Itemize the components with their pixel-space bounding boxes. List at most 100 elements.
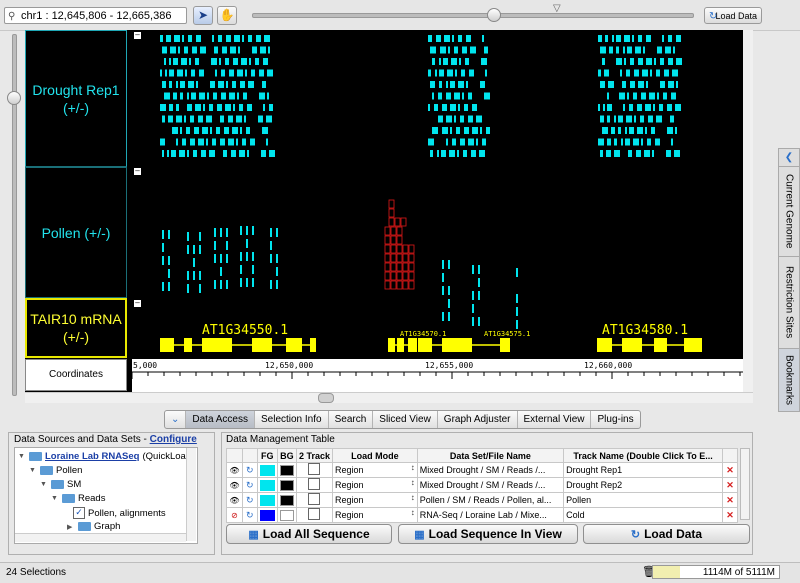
read-alignment[interactable]: [220, 228, 222, 237]
mismatch-read[interactable]: [396, 262, 403, 272]
read-alignment[interactable]: [195, 58, 199, 65]
read-alignment[interactable]: [633, 92, 637, 100]
read-alignment[interactable]: [641, 92, 646, 100]
load-data-button[interactable]: ↻ Load Data: [583, 524, 750, 544]
read-alignment[interactable]: [268, 46, 270, 54]
read-alignment[interactable]: [628, 150, 632, 157]
read-alignment[interactable]: [458, 81, 464, 88]
read-alignment[interactable]: [226, 228, 228, 237]
read-alignment[interactable]: [220, 138, 225, 146]
read-alignment[interactable]: [671, 138, 673, 146]
collapse-pollen-icon[interactable]: –: [134, 167, 141, 175]
read-alignment[interactable]: [442, 260, 444, 269]
read-alignment[interactable]: [214, 228, 216, 237]
read-alignment[interactable]: [667, 104, 672, 111]
vertical-zoom-slider[interactable]: [12, 34, 17, 396]
read-alignment[interactable]: [249, 58, 251, 65]
read-alignment[interactable]: [463, 150, 467, 157]
read-alignment[interactable]: [186, 127, 190, 134]
read-alignment[interactable]: [448, 46, 450, 54]
read-alignment[interactable]: [625, 138, 630, 146]
gene-exon[interactable]: [622, 338, 642, 352]
read-alignment[interactable]: [448, 312, 450, 321]
read-alignment[interactable]: [465, 58, 469, 65]
read-alignment[interactable]: [261, 150, 266, 157]
read-alignment[interactable]: [638, 35, 642, 42]
visibility-cell[interactable]: ⊘: [226, 507, 243, 523]
read-alignment[interactable]: [668, 81, 674, 88]
read-alignment[interactable]: [270, 241, 272, 250]
read-alignment[interactable]: [430, 150, 433, 157]
read-alignment[interactable]: [444, 35, 450, 42]
read-alignment[interactable]: [213, 92, 217, 100]
tab-restriction-sites[interactable]: Restriction Sites: [779, 257, 799, 349]
read-alignment[interactable]: [602, 127, 608, 134]
read-alignment[interactable]: [276, 228, 278, 237]
read-alignment[interactable]: [668, 35, 672, 42]
read-alignment[interactable]: [181, 58, 187, 65]
gene-exon[interactable]: [397, 338, 404, 352]
dataset-cell[interactable]: RNA-Seq / Loraine Lab / Mixe...: [416, 507, 565, 523]
read-alignment[interactable]: [168, 230, 170, 239]
read-alignment[interactable]: [624, 58, 626, 65]
viewer-vertical-scrollbar[interactable]: [743, 30, 753, 392]
read-alignment[interactable]: [223, 150, 227, 157]
read-alignment[interactable]: [439, 58, 441, 65]
read-alignment[interactable]: [200, 46, 206, 54]
read-alignment[interactable]: [276, 280, 278, 289]
mismatch-read[interactable]: [402, 262, 409, 272]
horizontal-zoom-slider[interactable]: [252, 13, 694, 18]
fg-swatch[interactable]: [259, 464, 275, 476]
visibility-cell[interactable]: 👁: [226, 477, 243, 493]
eye-icon[interactable]: 👁: [229, 481, 239, 490]
read-alignment[interactable]: [428, 138, 434, 146]
table-row[interactable]: 👁 ↻ RegionMixed Drought / SM / Reads /...D…: [226, 462, 738, 478]
read-alignment[interactable]: [438, 115, 443, 123]
read-alignment[interactable]: [603, 104, 605, 111]
read-alignment[interactable]: [646, 35, 651, 42]
hidden-eye-icon[interactable]: ⊘: [231, 511, 238, 520]
read-alignment[interactable]: [193, 271, 195, 280]
read-alignment[interactable]: [247, 150, 249, 157]
read-alignment[interactable]: [627, 92, 629, 100]
read-alignment[interactable]: [187, 271, 189, 280]
read-alignment[interactable]: [196, 35, 201, 42]
refresh-icon[interactable]: ↻: [246, 495, 254, 505]
read-alignment[interactable]: [202, 127, 208, 134]
read-alignment[interactable]: [516, 320, 518, 329]
read-alignment[interactable]: [180, 127, 182, 134]
data-management-table[interactable]: FG BG 2 Track Load Mode Data Set/File Na…: [226, 448, 738, 523]
read-alignment[interactable]: [252, 226, 254, 235]
gene-exon[interactable]: [654, 338, 667, 352]
read-alignment[interactable]: [240, 226, 242, 235]
read-alignment[interactable]: [478, 278, 480, 287]
read-alignment[interactable]: [199, 284, 201, 293]
read-alignment[interactable]: [170, 46, 176, 54]
eye-icon[interactable]: 👁: [229, 466, 239, 475]
read-alignment[interactable]: [180, 81, 185, 88]
read-alignment[interactable]: [220, 267, 222, 276]
tree-node-sm[interactable]: ▼ SM: [40, 479, 81, 490]
eye-icon[interactable]: 👁: [229, 496, 239, 505]
read-alignment[interactable]: [607, 104, 612, 111]
gene-exon[interactable]: [286, 338, 302, 352]
read-alignment[interactable]: [458, 104, 460, 111]
read-alignment[interactable]: [660, 58, 664, 65]
read-alignment[interactable]: [667, 127, 673, 134]
read-alignment[interactable]: [221, 92, 226, 100]
read-alignment[interactable]: [442, 312, 444, 321]
read-alignment[interactable]: [199, 245, 201, 254]
read-alignment[interactable]: [641, 138, 643, 146]
read-alignment[interactable]: [191, 69, 195, 77]
read-alignment[interactable]: [169, 104, 173, 111]
read-alignment[interactable]: [269, 150, 275, 157]
read-alignment[interactable]: [645, 127, 647, 134]
read-alignment[interactable]: [481, 58, 487, 65]
gene-exon[interactable]: [500, 338, 510, 352]
read-alignment[interactable]: [220, 280, 222, 289]
read-alignment[interactable]: [237, 69, 243, 77]
read-alignment[interactable]: [482, 138, 486, 146]
read-alignment[interactable]: [440, 46, 446, 54]
gene-exon[interactable]: [202, 338, 232, 352]
mismatch-read[interactable]: [390, 235, 397, 245]
